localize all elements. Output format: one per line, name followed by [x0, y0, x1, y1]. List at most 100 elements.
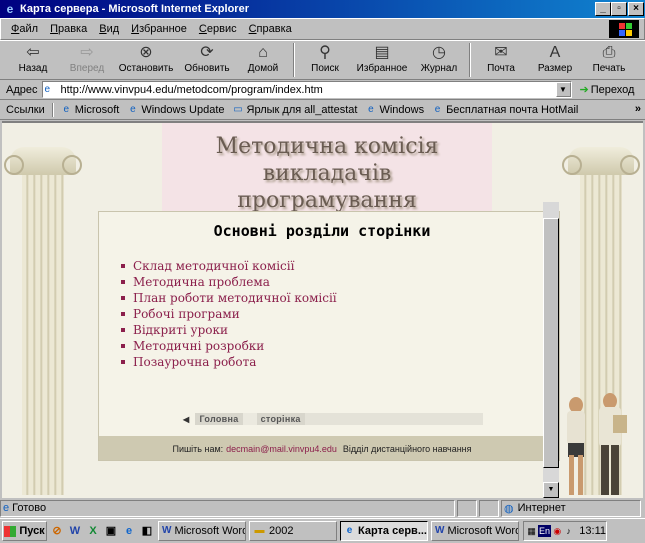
page-scroll-thumb[interactable]: [543, 218, 559, 468]
ie-icon: e: [6, 2, 14, 16]
footer-department: Відділ дистанційного навчання: [342, 444, 472, 454]
home-nav-strip[interactable]: ◀ Головна сторінка: [183, 413, 483, 425]
page-scrollbar[interactable]: ▼: [543, 202, 559, 498]
font-size-button[interactable]: A Размер: [528, 41, 582, 79]
quicklaunch-app-icon[interactable]: ◧: [139, 523, 155, 539]
tray-volume-icon[interactable]: ♪: [564, 525, 573, 537]
minimize-button[interactable]: _: [595, 2, 611, 16]
menu-tools[interactable]: Сервис: [193, 23, 243, 35]
sections-heading: Основні розділи сторінки: [213, 222, 431, 240]
title-bar[interactable]: e Карта сервера - Microsoft Internet Exp…: [0, 0, 645, 18]
link-windows[interactable]: e Windows: [364, 104, 424, 116]
tray-network-icon[interactable]: ▦: [527, 525, 536, 537]
address-url: http://www.vinvpu4.edu/metodcom/program/…: [60, 83, 323, 96]
home-button[interactable]: ⌂ Домой: [236, 41, 290, 79]
section-link-methodical[interactable]: Методичні розробки: [121, 338, 337, 354]
close-button[interactable]: ×: [628, 2, 644, 16]
history-icon: ◷: [432, 44, 446, 61]
address-dropdown-button[interactable]: ▼: [555, 82, 571, 97]
section-link-extracurricular[interactable]: Позаурочна робота: [121, 354, 337, 370]
forward-arrow-icon: ⇨: [80, 44, 94, 61]
section-link-composition[interactable]: Склад методичної комісії: [121, 258, 337, 274]
printer-icon: ⎙: [602, 44, 616, 61]
tray-antivirus-icon[interactable]: ◉: [553, 525, 562, 537]
history-button[interactable]: ◷ Журнал: [412, 41, 466, 79]
address-label: Адрес: [6, 83, 38, 96]
menu-edit[interactable]: Правка: [44, 23, 93, 35]
refresh-button[interactable]: ⟳ Обновить: [178, 41, 236, 79]
start-button[interactable]: Пуск: [2, 521, 47, 541]
print-button[interactable]: ⎙ Печать: [582, 41, 636, 79]
quicklaunch-word-icon[interactable]: W: [67, 523, 83, 539]
menu-view[interactable]: Вид: [93, 23, 125, 35]
maximize-icon: ▫: [617, 3, 621, 14]
toolbar-separator: [293, 43, 295, 77]
nav-home-label: Головна: [195, 413, 243, 425]
mail-icon: ✉: [494, 44, 508, 61]
maximize-button[interactable]: ▫: [611, 2, 627, 16]
quicklaunch-excel-icon[interactable]: X: [85, 523, 101, 539]
content-frame: Основні розділи сторінки Склад методично…: [98, 211, 560, 461]
menu-favorites[interactable]: Избранное: [125, 23, 193, 35]
ie-page-icon: e: [63, 104, 70, 115]
links-more-icon[interactable]: »: [635, 103, 641, 115]
section-link-problem[interactable]: Методична проблема: [121, 274, 337, 290]
language-indicator[interactable]: En: [538, 525, 551, 537]
stop-icon: ⊗: [139, 44, 153, 61]
folder-icon: ▬: [254, 525, 265, 536]
link-microsoft[interactable]: e Microsoft: [60, 104, 119, 116]
quicklaunch-ie-icon[interactable]: e: [121, 523, 137, 539]
footer-band: Пишіть нам: decmain@mail.vinvpu4.edu Від…: [99, 436, 545, 460]
close-icon: ×: [633, 3, 639, 14]
system-tray: ▦ En ◉ ♪ 13:11: [523, 521, 607, 541]
word-icon: W: [435, 525, 445, 536]
task-word-2[interactable]: WMicrosoft Word ...: [431, 521, 519, 541]
mail-button[interactable]: ✉ Почта: [474, 41, 528, 79]
link-windows-update[interactable]: e Windows Update: [126, 104, 224, 116]
bullet-icon: [121, 344, 125, 348]
section-link-plan[interactable]: План роботи методичної комісії: [121, 290, 337, 306]
page-title: Методична комісія викладачів програмуван…: [215, 134, 439, 213]
bullet-icon: [121, 360, 125, 364]
stop-button[interactable]: ⊗ Остановить: [114, 41, 178, 79]
ie-page-icon: e: [368, 104, 374, 115]
forward-button[interactable]: ⇨ Вперед: [60, 41, 114, 79]
nav-page-label: сторінка: [256, 413, 305, 425]
footer-email-link[interactable]: decmain@mail.vinvpu4.edu: [226, 444, 337, 454]
page-scroll-down-button[interactable]: ▼: [543, 482, 559, 498]
address-input[interactable]: e http://www.vinvpu4.edu/metodcom/progra…: [41, 81, 572, 98]
task-folder-2002[interactable]: ▬ 2002: [249, 521, 337, 541]
sections-list: Склад методичної комісії Методична пробл…: [121, 258, 337, 370]
ie-page-icon: e: [434, 104, 441, 115]
ie-page-icon: e: [130, 104, 136, 115]
bullet-icon: [121, 328, 125, 332]
ie-icon: e: [346, 525, 353, 536]
shortcut-icon: ▭: [233, 104, 243, 115]
refresh-icon: ⟳: [200, 44, 214, 61]
menu-help[interactable]: Справка: [243, 23, 298, 35]
quicklaunch-outlook-icon[interactable]: ⊘: [49, 523, 65, 539]
bullet-icon: [121, 264, 125, 268]
chevron-down-icon: ▼: [559, 85, 567, 94]
task-site-map[interactable]: e Карта серв...: [340, 521, 428, 541]
section-link-programs[interactable]: Робочі програми: [121, 306, 337, 322]
section-link-open-lessons[interactable]: Відкриті уроки: [121, 322, 337, 338]
task-word-1[interactable]: WMicrosoft Word ...: [158, 521, 246, 541]
link-shortcut-attestat[interactable]: ▭ Ярлык для all_attestat: [232, 104, 357, 116]
go-button[interactable]: ➔ Переход: [580, 83, 635, 97]
bullet-icon: [121, 280, 125, 284]
link-hotmail[interactable]: e Бесплатная почта HotMail: [431, 104, 579, 116]
bullet-icon: [121, 312, 125, 316]
address-bar: Адрес e http://www.vinvpu4.edu/metodcom/…: [0, 80, 645, 100]
favorites-button[interactable]: ▤ Избранное: [352, 41, 412, 79]
status-lock-panel: [479, 499, 499, 517]
back-arrow-icon: ⇦: [26, 44, 40, 61]
links-separator: [51, 103, 54, 117]
search-button[interactable]: ⚲ Поиск: [298, 41, 352, 79]
toolbar-separator: [469, 43, 471, 77]
menu-file[interactable]: Файл: [5, 23, 44, 35]
footer-label: Пишіть нам:: [172, 444, 224, 454]
menu-bar: Файл Правка Вид Избранное Сервис Справка: [0, 18, 645, 40]
quicklaunch-desktop-icon[interactable]: ▣: [103, 523, 119, 539]
back-button[interactable]: ⇦ Назад: [6, 41, 60, 79]
